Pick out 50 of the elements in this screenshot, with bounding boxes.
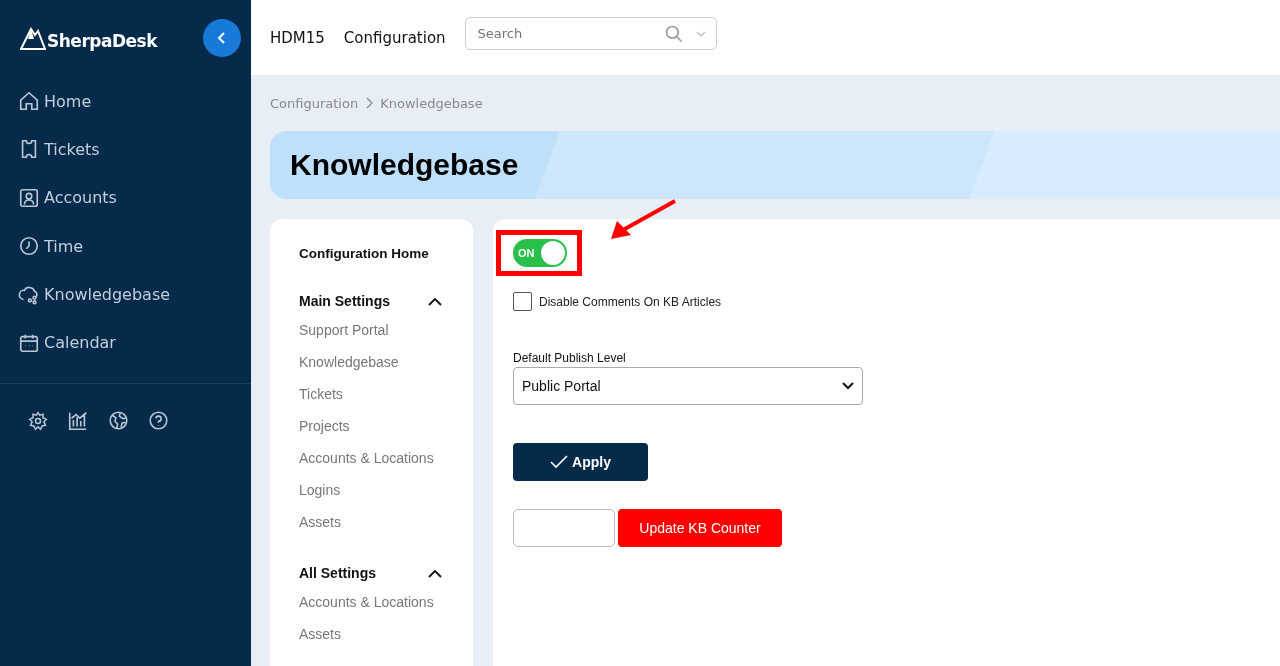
check-icon	[550, 455, 569, 469]
page-section-title: Configuration	[343, 28, 446, 47]
home-icon	[18, 90, 40, 113]
chevron-up-icon[interactable]	[428, 568, 442, 578]
config-nav-link[interactable]: Logins	[299, 479, 473, 511]
section-title: Main Settings	[299, 293, 390, 309]
config-nav-link[interactable]: Knowledgebase	[299, 351, 473, 383]
nav-item[interactable]: Accounts	[0, 173, 251, 222]
config-nav-link[interactable]: Support Portal	[299, 319, 473, 351]
update-counter-button[interactable]: Update KB Counter	[618, 509, 782, 547]
annotation-arrow	[609, 199, 677, 241]
breadcrumb-link[interactable]: Knowledgebase	[380, 95, 483, 111]
nav-item[interactable]: Home	[0, 77, 251, 126]
user-card-icon	[18, 186, 40, 209]
logo-text: SherpaDesk	[47, 31, 157, 51]
publish-level-select[interactable]: Public Portal	[513, 367, 863, 405]
config-nav-link[interactable]: Projects	[299, 415, 473, 447]
breadcrumb-link[interactable]: Configuration	[270, 95, 359, 111]
chevron-up-icon[interactable]	[428, 296, 442, 306]
config-nav-link[interactable]: Assets	[299, 623, 473, 655]
field-label: Default Publish Level	[513, 351, 627, 365]
search-bar[interactable]: Search	[464, 17, 717, 50]
config-nav-link[interactable]: Accounts & Locations	[299, 591, 473, 623]
section-title: All Settings	[299, 565, 376, 581]
counter-input[interactable]	[513, 509, 615, 547]
config-nav-link[interactable]: Tickets	[299, 383, 473, 415]
page-title: Knowledgebase	[290, 148, 519, 182]
mountain-icon	[20, 25, 46, 51]
apply-button[interactable]: Apply	[513, 443, 648, 481]
clock-icon	[18, 235, 40, 258]
help-icon[interactable]	[148, 410, 169, 432]
org-name: HDM15	[270, 28, 325, 47]
chevron-left-icon	[217, 32, 227, 44]
chevron-right-icon	[365, 97, 374, 109]
config-nav-link[interactable]: Assets	[299, 511, 473, 543]
config-nav-link[interactable]: Accounts & Locations	[299, 447, 473, 479]
caret-icon	[842, 382, 854, 390]
checkbox[interactable]	[513, 292, 532, 311]
toggle-switch[interactable]: ON	[513, 239, 567, 267]
nav-item[interactable]: Knowledgebase	[0, 270, 251, 319]
search-icon[interactable]	[663, 23, 684, 44]
nav-item[interactable]: Time	[0, 221, 251, 271]
config-home-link[interactable]: Configuration Home	[299, 246, 473, 261]
collapse-button[interactable]	[203, 19, 241, 57]
nav-item[interactable]: Tickets	[0, 125, 251, 174]
settings-icon[interactable]	[28, 410, 48, 431]
checkbox-label: Disable Comments On KB Articles	[539, 294, 722, 309]
chart-icon[interactable]	[67, 409, 89, 432]
globe-icon[interactable]	[108, 410, 129, 432]
nav-item[interactable]: Calendar	[0, 318, 251, 367]
